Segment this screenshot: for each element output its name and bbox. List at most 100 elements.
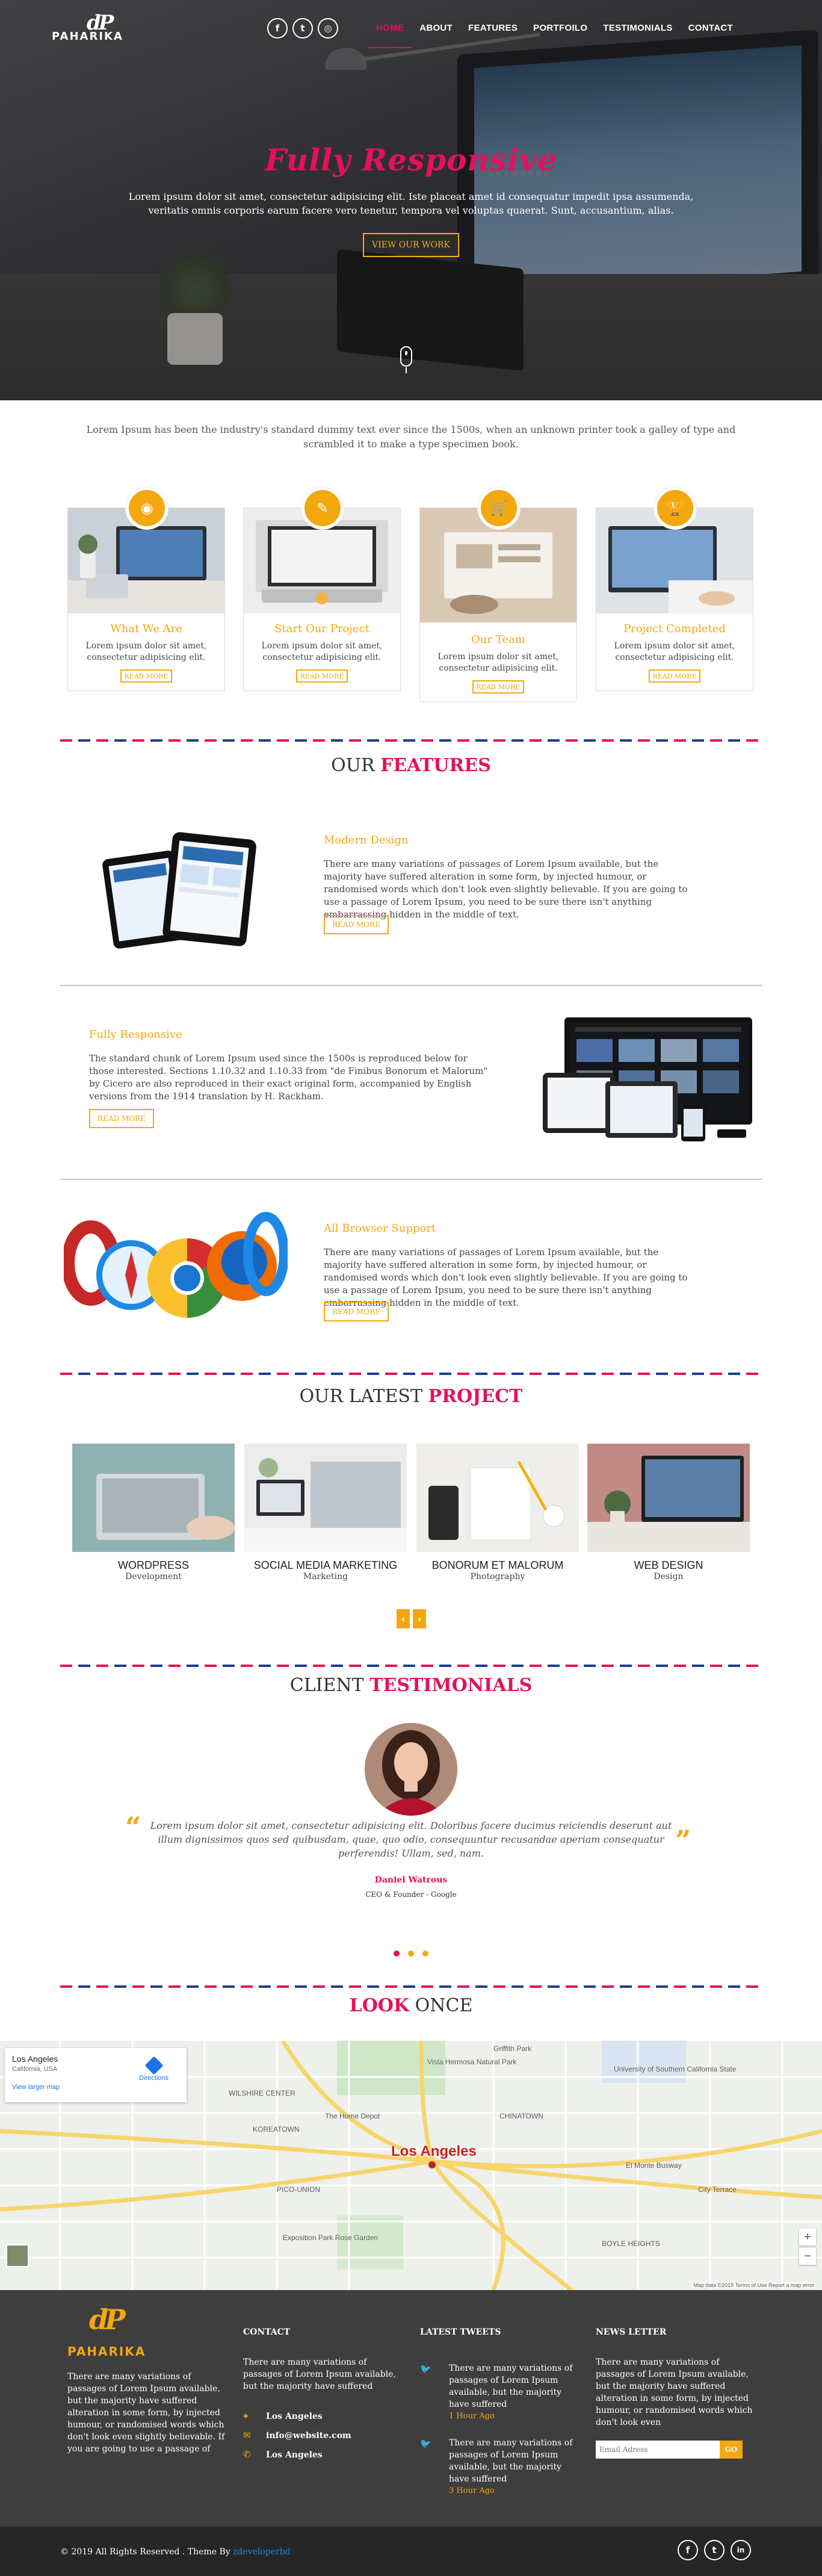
project-image <box>72 1444 235 1552</box>
read-more-button[interactable]: READ MORE <box>89 1109 154 1128</box>
project-image <box>416 1444 579 1552</box>
service-card-project-completed: 🏆 Project Completed Lorem ipsum dolor si… <box>596 487 753 691</box>
section-divider <box>60 1665 762 1667</box>
testimonial-role: CEO & Founder - Google <box>365 1890 457 1899</box>
tweet-time: 3 Hour Ago <box>449 2486 495 2495</box>
testimonial-quote: Lorem ipsum dolor sit amet, consectetur … <box>150 1820 672 1859</box>
testimonials-title: CLIENT TESTIMONIALS <box>289 1675 533 1696</box>
cart-icon: 🛒 <box>478 487 520 529</box>
read-more-button[interactable]: READ MORE <box>120 669 172 683</box>
section-divider <box>60 1373 762 1375</box>
divider <box>60 985 762 986</box>
newsletter-text: There are many variations of passages of… <box>596 2357 753 2427</box>
map-place-label: Vista Hermosa Natural Park <box>427 2058 517 2066</box>
location-icon: ⌖ <box>243 2410 249 2421</box>
service-card-start-our-project: ✎ Start Our Project Lorem ipsum dolor si… <box>243 487 401 691</box>
contact-email[interactable]: info@website.com <box>266 2431 351 2441</box>
nav-features[interactable]: FEATURES <box>460 23 525 48</box>
service-title: Start Our Project <box>274 622 369 635</box>
main-nav: HOME ABOUT FEATURES PORTFOILO TESTIMONIA… <box>368 23 741 48</box>
header-social-links: f t ◎ <box>267 18 338 39</box>
twitter-icon[interactable]: t <box>292 18 313 39</box>
service-title: Project Completed <box>623 622 726 635</box>
section-divider <box>60 1985 762 1988</box>
avatar <box>365 1723 457 1816</box>
map-place-label: Griffith Park <box>493 2044 532 2053</box>
map-place-label: PICO-UNION <box>277 2185 320 2194</box>
footer-logo-name: PAHARIKA <box>67 2344 146 2359</box>
nav-portfolio[interactable]: PORTFOILO <box>525 23 595 48</box>
service-text: Lorem ipsum dolor sit amet, consectetur … <box>85 641 207 662</box>
footer-logo-mark: dP <box>89 2303 126 2336</box>
newsletter-go-button[interactable]: GO <box>720 2441 743 2459</box>
project-card[interactable]: WEB DESIGN Design <box>587 1444 750 1582</box>
slider-dot[interactable] <box>408 1951 414 1957</box>
site-logo[interactable]: dP PAHARIKA <box>52 11 158 43</box>
instagram-icon[interactable]: ◎ <box>318 18 338 39</box>
nav-testimonials[interactable]: TESTIMONIALS <box>595 23 680 48</box>
read-more-button[interactable]: READ MORE <box>324 915 389 934</box>
scroll-mouse-icon[interactable] <box>400 346 412 367</box>
project-card[interactable]: SOCIAL MEDIA MARKETING Marketing <box>244 1444 407 1582</box>
camera-icon: ◉ <box>126 487 168 529</box>
nav-contact[interactable]: CONTACT <box>681 23 741 48</box>
page: dP PAHARIKA f t ◎ HOME ABOUT FEATURES PO… <box>0 0 822 2576</box>
feature-title: Fully Responsive <box>89 1028 182 1041</box>
service-text: Lorem ipsum dolor sit amet, consectetur … <box>614 641 735 662</box>
newsletter-email-input[interactable] <box>596 2441 720 2459</box>
read-more-button[interactable]: READ MORE <box>472 680 524 694</box>
project-card[interactable]: WORDPRESS Development <box>72 1444 235 1582</box>
view-our-work-button[interactable]: VIEW OUR WORK <box>363 233 459 257</box>
linkedin-icon[interactable]: in <box>731 2540 751 2560</box>
twitter-icon[interactable]: t <box>704 2540 725 2560</box>
footer-tweets-title: LATEST TWEETS <box>420 2327 501 2337</box>
facebook-icon[interactable]: f <box>678 2540 698 2560</box>
facebook-icon[interactable]: f <box>267 18 288 39</box>
slider-dot[interactable] <box>422 1951 428 1957</box>
projects-title: OUR LATEST PROJECT <box>299 1386 523 1407</box>
service-title: Our Team <box>471 633 525 646</box>
read-more-button[interactable]: READ MORE <box>649 669 700 683</box>
trophy-icon: 🏆 <box>654 487 696 529</box>
nav-home[interactable]: HOME <box>368 23 412 48</box>
prev-arrow-icon[interactable]: ‹ <box>397 1609 410 1628</box>
feature-text: There are many variations of passages of… <box>324 858 688 920</box>
open-quote-icon: “ <box>125 1811 141 1843</box>
footer-social-links: f t in <box>678 2540 751 2560</box>
project-card[interactable]: BONORUM ET MALORUM Photography <box>416 1444 579 1582</box>
map-place-label: WILSHIRE CENTER <box>229 2089 295 2097</box>
map-info-card: Los Angeles California, USA View larger … <box>5 2048 187 2102</box>
project-title: WEB DESIGN <box>634 1559 703 1571</box>
edit-icon: ✎ <box>301 487 344 529</box>
hero-section: dP PAHARIKA f t ◎ HOME ABOUT FEATURES PO… <box>0 0 822 400</box>
map-title: LOOK ONCE <box>349 1995 473 2016</box>
copyright: © 2019 All Rights Reserved . Theme By zd… <box>60 2547 291 2557</box>
theme-author-link[interactable]: zdeveloperbd <box>233 2547 291 2557</box>
view-larger-map-link[interactable]: View larger map <box>12 2084 179 2091</box>
map-place-label: CHINATOWN <box>499 2112 543 2120</box>
zoom-out-button[interactable]: − <box>799 2248 816 2265</box>
project-category: Marketing <box>303 1572 348 1581</box>
project-image <box>587 1444 750 1552</box>
directions-button[interactable]: Directions <box>139 2056 168 2082</box>
service-text: Lorem ipsum dolor sit amet, consectetur … <box>437 652 559 673</box>
project-category: Photography <box>470 1572 525 1581</box>
phone-icon: ✆ <box>243 2449 251 2460</box>
feature-title: Modern Design <box>324 834 409 846</box>
read-more-button[interactable]: READ MORE <box>296 669 348 683</box>
satellite-toggle[interactable] <box>6 2244 29 2267</box>
close-quote-icon: ” <box>675 1824 691 1857</box>
tweet-text: There are many variations of passages of… <box>449 2363 573 2409</box>
service-card-what-we-are: ◉ What We Are Lorem ipsum dolor sit amet… <box>67 487 225 691</box>
next-arrow-icon[interactable]: › <box>413 1609 426 1628</box>
slider-dot-active[interactable] <box>394 1951 400 1957</box>
read-more-button[interactable]: READ MORE <box>324 1302 389 1321</box>
zoom-in-button[interactable]: + <box>799 2229 816 2245</box>
directions-icon <box>144 2056 164 2075</box>
features-title: OUR FEATURES <box>331 755 491 776</box>
map-embed[interactable]: Los Angeles Vista Hermosa Natural Park T… <box>0 2041 822 2290</box>
map-place-label: KOREATOWN <box>253 2125 300 2134</box>
map-place-label: University of Southern California State <box>614 2065 737 2073</box>
project-category: Design <box>654 1572 684 1581</box>
nav-about[interactable]: ABOUT <box>412 23 460 48</box>
